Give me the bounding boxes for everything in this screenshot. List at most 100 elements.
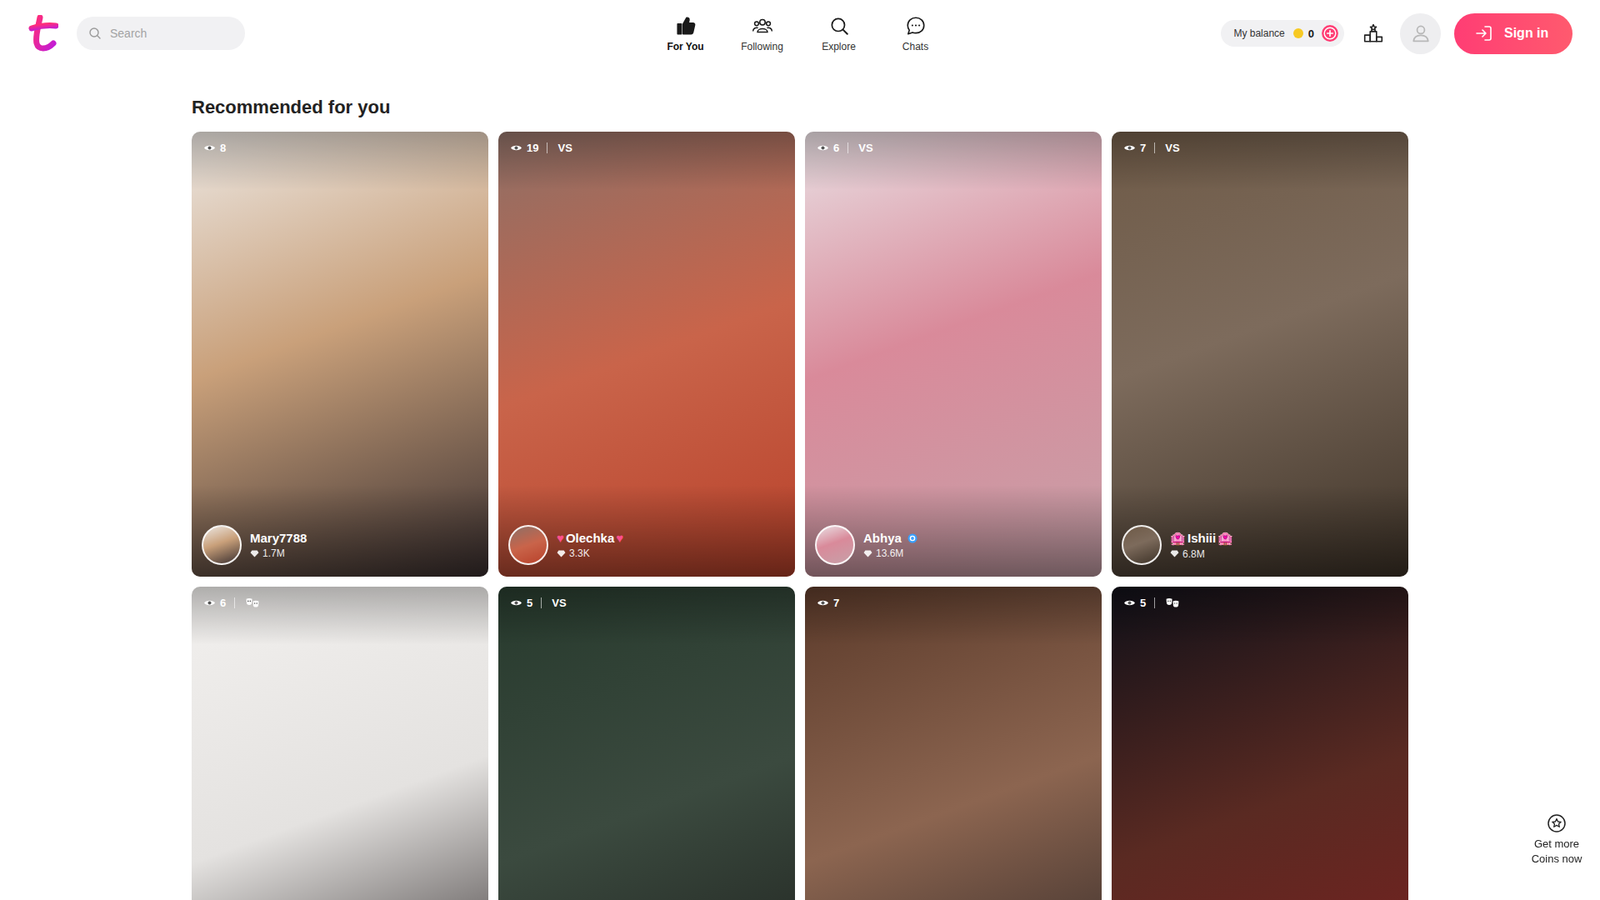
masks-icon	[245, 597, 260, 610]
header-right: My balance 0 Sign in	[954, 13, 1574, 55]
vs-badge: VS	[557, 141, 572, 155]
viewer-count: 7	[833, 596, 840, 610]
name-text: Mary7788	[250, 530, 307, 545]
nav-label: Following	[740, 40, 784, 53]
streamer-name[interactable]: Abhya	[863, 530, 918, 545]
top-shade	[191, 586, 489, 645]
verified-icon	[907, 533, 918, 544]
people-icon	[751, 15, 774, 37]
masks-icon	[1165, 597, 1180, 610]
chat-bubble-icon	[905, 15, 927, 37]
nav-label: Explore	[821, 40, 856, 53]
star-coin-icon	[1546, 813, 1567, 834]
eye-icon	[1123, 143, 1136, 153]
leaderboard-icon[interactable]	[1362, 22, 1385, 45]
name-text: Abhya	[863, 530, 902, 545]
eye-icon	[510, 598, 523, 608]
eye-icon	[203, 598, 216, 608]
streamer-text: Abhya 13.6M	[863, 530, 918, 560]
streamer-info: 🏩Ishiii🏩 6.8M	[1121, 525, 1399, 565]
separator	[234, 597, 235, 609]
top-shade	[1111, 586, 1409, 645]
top-shade	[191, 131, 489, 190]
eye-icon	[816, 598, 830, 608]
stream-card[interactable]: 8 Mary7788 1.7M	[191, 131, 489, 577]
search-input[interactable]	[108, 25, 234, 41]
profile-avatar[interactable]	[1400, 13, 1441, 55]
promo-text: Get more Coins now	[1523, 836, 1590, 867]
sign-in-button[interactable]: Sign in	[1454, 13, 1573, 55]
stream-card[interactable]: 5	[1111, 586, 1409, 900]
card-stats: 6	[203, 596, 260, 610]
card-stats: 7 VS	[1123, 141, 1180, 155]
separator	[1154, 142, 1155, 154]
eye-icon	[510, 143, 523, 153]
diamond-value: 13.6M	[875, 547, 904, 560]
streamer-name[interactable]: ♥Olechka♥	[556, 530, 624, 545]
streamer-info: Abhya 13.6M	[815, 525, 1092, 565]
streamer-info: Mary7788 1.7M	[201, 525, 479, 565]
stream-card[interactable]: 7	[805, 586, 1102, 900]
diamond-icon	[250, 550, 260, 558]
name-text: Ishiii	[1187, 530, 1216, 545]
viewer-count: 5	[526, 596, 533, 610]
stream-card[interactable]: 6 VS Abhya 13.6M	[805, 131, 1102, 577]
top-shade	[805, 586, 1102, 645]
viewer-count: 7	[1140, 141, 1146, 155]
add-coins-icon[interactable]	[1320, 24, 1340, 43]
viewer-count: 8	[220, 141, 226, 155]
tango-logo-icon[interactable]	[28, 15, 59, 52]
nav-item[interactable]: Chats	[877, 15, 955, 53]
separator	[847, 142, 849, 154]
stream-card[interactable]: 6	[191, 586, 489, 900]
vs-badge: VS	[1165, 141, 1180, 155]
diamond-icon	[863, 550, 873, 558]
header-left	[28, 15, 648, 52]
page: For You Following Explore Chats My balan…	[0, 0, 1600, 900]
streamer-avatar[interactable]	[1121, 525, 1162, 565]
diamond-count: 6.8M	[1170, 548, 1234, 560]
top-bar: For You Following Explore Chats My balan…	[0, 0, 1600, 67]
diamond-value: 3.3K	[569, 547, 590, 560]
search-field[interactable]	[76, 16, 245, 50]
name-decoration: 🏩	[1170, 530, 1186, 546]
coin-icon	[1293, 28, 1304, 39]
stream-card[interactable]: 7 VS 🏩Ishiii🏩 6.8M	[1111, 131, 1409, 577]
balance-amount: 0	[1308, 27, 1315, 40]
eye-icon	[1123, 598, 1136, 608]
nav-label: For You	[666, 40, 704, 53]
viewer-count: 6	[833, 141, 840, 155]
diamond-count: 1.7M	[250, 547, 307, 560]
diamond-value: 1.7M	[262, 547, 285, 560]
explore-search-icon	[828, 15, 850, 37]
get-coins-promo[interactable]: Get more Coins now	[1523, 813, 1590, 867]
nav-item[interactable]: Explore	[800, 15, 878, 53]
streamer-avatar[interactable]	[508, 525, 549, 565]
eye-icon	[816, 143, 830, 153]
balance-pill[interactable]: My balance 0	[1220, 20, 1345, 47]
top-shade	[498, 131, 795, 190]
separator	[1154, 597, 1155, 609]
name-decoration: ♥	[556, 530, 565, 545]
stream-card[interactable]: 19 VS ♥Olechka♥ 3.3K	[498, 131, 795, 577]
top-shade	[498, 586, 795, 645]
name-decoration: 🏩	[1217, 530, 1234, 546]
sign-in-icon	[1474, 23, 1495, 44]
nav-item[interactable]: For You	[647, 15, 725, 53]
streamer-name[interactable]: Mary7788	[250, 530, 307, 545]
card-stats: 5 VS	[510, 596, 567, 610]
streamer-avatar[interactable]	[201, 525, 242, 565]
name-text: Olechka	[565, 530, 615, 545]
card-stats: 19 VS	[510, 141, 573, 155]
streamer-avatar[interactable]	[815, 525, 855, 565]
nav-item[interactable]: Following	[724, 15, 801, 53]
diamond-count: 3.3K	[556, 547, 624, 560]
diamond-value: 6.8M	[1182, 548, 1205, 560]
card-stats: 5	[1123, 596, 1180, 610]
streamer-text: ♥Olechka♥ 3.3K	[556, 530, 624, 560]
section-title: Recommended for you	[191, 96, 1409, 119]
thumbs-up-icon	[675, 15, 697, 37]
eye-icon	[203, 143, 216, 153]
stream-card[interactable]: 5 VS	[498, 586, 795, 900]
streamer-name[interactable]: 🏩Ishiii🏩	[1170, 530, 1234, 546]
